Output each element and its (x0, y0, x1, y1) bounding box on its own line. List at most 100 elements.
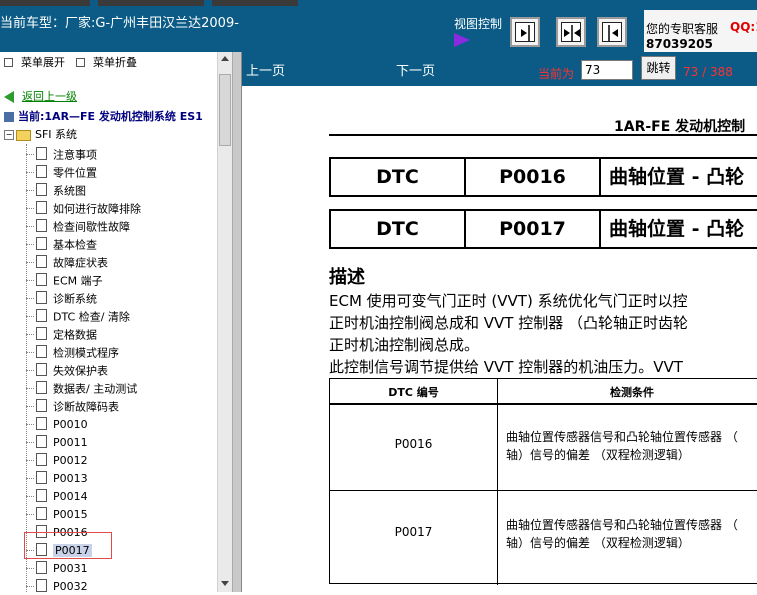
sidebar-scrollbar[interactable] (217, 52, 232, 592)
tree-item-label: 注意事项 (53, 148, 97, 162)
back-up-link[interactable]: 返回上一级 (4, 88, 77, 104)
tree-item[interactable]: 系统图 (26, 180, 86, 198)
tree-connector (26, 190, 34, 191)
tree-item[interactable]: 基本检查 (26, 234, 97, 252)
scroll-thumb[interactable] (219, 74, 231, 146)
tree-item[interactable]: 检测模式程序 (26, 342, 119, 360)
tree-item[interactable]: 失效保护表 (26, 360, 108, 378)
tree-item-label: P0015 (53, 508, 88, 521)
document-icon (36, 273, 47, 286)
jump-button[interactable]: 跳转 (641, 56, 676, 80)
tree-connector (26, 586, 34, 587)
top-tab[interactable] (0, 0, 90, 6)
tree-connector (26, 478, 34, 479)
tree-item-label: 诊断系统 (53, 292, 97, 306)
collapse-toggle-icon[interactable]: − (4, 130, 14, 140)
menu-expand-label: 菜单展开 (21, 56, 65, 69)
top-tab[interactable] (98, 0, 204, 6)
tree-connector (26, 280, 34, 281)
top-tab[interactable] (212, 0, 298, 6)
tree-item-label: P0031 (53, 562, 88, 575)
menu-expand-button[interactable]: 菜单展开 (4, 54, 65, 70)
tree-connector (26, 226, 34, 227)
tree-item[interactable]: 故障症状表 (26, 252, 108, 270)
document-icon (36, 417, 47, 430)
tree-item[interactable]: ECM 端子 (26, 270, 103, 288)
tree-item[interactable]: 注意事项 (26, 144, 97, 162)
tree-item[interactable]: 诊断系统 (26, 288, 97, 306)
current-page-label: 当前为 (538, 67, 575, 81)
view-arrow-icon (454, 33, 470, 47)
tree-item-label: 失效保护表 (53, 364, 108, 378)
selection-highlight (24, 532, 112, 559)
sidebar: 菜单展开 菜单折叠 返回上一级 当前:1AR—FE 发动机控制系统 ES1 − S… (0, 52, 232, 594)
collapse-icon (76, 57, 85, 67)
scroll-up-icon[interactable] (221, 56, 229, 61)
document-icon (36, 489, 47, 502)
tree-connector (26, 208, 34, 209)
document-icon (36, 345, 47, 358)
tree-item[interactable]: 检查间歇性故障 (26, 216, 130, 234)
current-path-icon (4, 112, 14, 122)
tree-folder-sfi[interactable]: − SFI 系统 (4, 126, 77, 142)
document-title: 1AR-FE 发动机控制 (614, 119, 746, 135)
tree-connector (26, 172, 34, 173)
tree-item-label: 诊断故障码表 (53, 400, 119, 414)
tree-connector (26, 424, 34, 425)
folder-icon (16, 129, 31, 141)
title-divider (329, 134, 757, 136)
page-number-input[interactable] (581, 60, 633, 80)
tree-connector (26, 568, 34, 569)
tree-item[interactable]: 定格数据 (26, 324, 97, 342)
dtc-header-row: DTC P0017 曲轴位置 - 凸轮 (329, 209, 757, 249)
tree-item[interactable]: P0011 (26, 432, 88, 450)
document-icon (36, 237, 47, 250)
tree-item-label: 检查间歇性故障 (53, 220, 130, 234)
service-qq-link[interactable]: QQ:1 (730, 20, 757, 34)
document-icon (36, 363, 47, 376)
tree-item[interactable]: P0014 (26, 486, 88, 504)
tree-item[interactable]: 零件位置 (26, 162, 97, 180)
tree-item[interactable]: 数据表/ 主动测试 (26, 378, 137, 396)
tree-connector (26, 442, 34, 443)
tree-item-label: 检测模式程序 (53, 346, 119, 360)
tree-item[interactable]: P0010 (26, 414, 88, 432)
top-tab-strip (0, 0, 757, 6)
prev-page-button[interactable]: 上一页 (246, 60, 285, 79)
table-cell-code: P0017 (394, 525, 433, 539)
tree-connector (26, 460, 34, 461)
view-split-button[interactable] (556, 17, 586, 47)
tree-item-label: P0010 (53, 418, 88, 431)
tree-item-label: P0014 (53, 490, 88, 503)
table-header: DTC 编号 检测条件 (330, 379, 757, 405)
document-icon (36, 561, 47, 574)
document-icon (36, 201, 47, 214)
tree-item[interactable]: P0012 (26, 450, 88, 468)
tree-item[interactable]: P0013 (26, 468, 88, 486)
dtc-header-row: DTC P0016 曲轴位置 - 凸轮 (329, 157, 757, 197)
table-cell-condition: 轴）信号的偏差 （双程检测逻辑） (506, 536, 690, 550)
tree-item[interactable]: P0015 (26, 504, 88, 522)
tree-connector (26, 388, 34, 389)
next-page-button[interactable]: 下一页 (396, 60, 435, 79)
tree-item-label: P0032 (53, 580, 88, 593)
tree-connector (26, 316, 34, 317)
view-right-panel-button[interactable] (597, 17, 627, 47)
tree-item[interactable]: DTC 检查/ 清除 (26, 306, 130, 324)
layout-right-icon (602, 22, 622, 42)
tree-item[interactable]: 如何进行故障排除 (26, 198, 141, 216)
tree-item[interactable]: 诊断故障码表 (26, 396, 119, 414)
view-left-panel-button[interactable] (510, 17, 540, 47)
column-header-dtc: DTC 编号 (388, 386, 439, 399)
dtc-label: DTC (331, 159, 466, 195)
top-bar: 当前车型：厂家:G-广州丰田汉兰达2009- 视图控制 您的专职客服 QQ:1 … (0, 0, 757, 52)
document-view: 1AR-FE 发动机控制 DTC P0016 曲轴位置 - 凸轮 DTC P00… (242, 86, 757, 592)
tree-item[interactable]: P0032 (26, 576, 88, 594)
tree-item[interactable]: P0031 (26, 558, 88, 576)
menu-collapse-button[interactable]: 菜单折叠 (76, 54, 137, 70)
column-header-condition: 检测条件 (610, 386, 654, 399)
tree-item-label: P0011 (53, 436, 88, 449)
panel-splitter[interactable] (232, 52, 242, 592)
scroll-down-icon[interactable] (221, 581, 229, 586)
document-icon (36, 399, 47, 412)
